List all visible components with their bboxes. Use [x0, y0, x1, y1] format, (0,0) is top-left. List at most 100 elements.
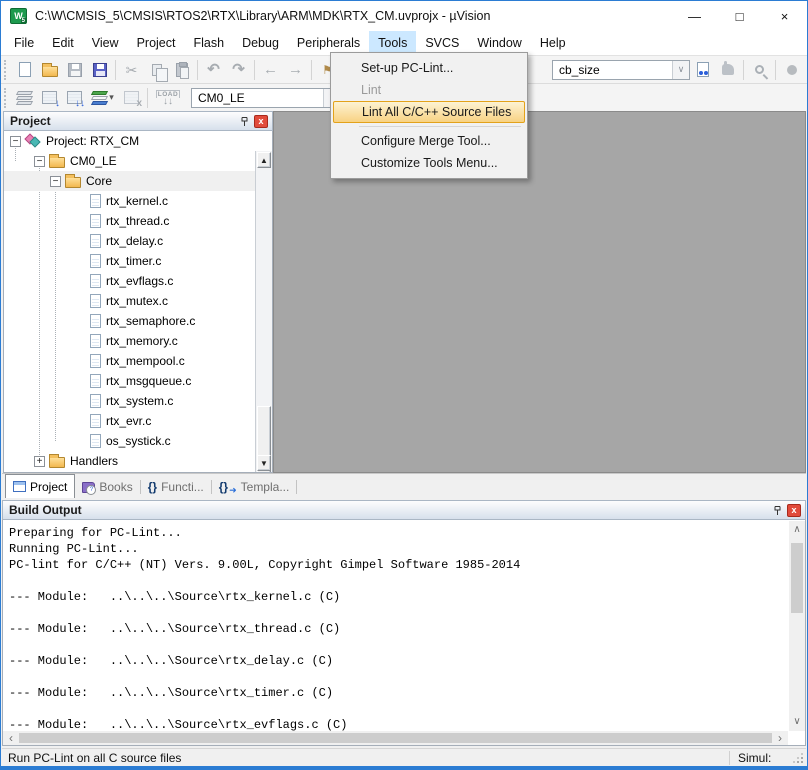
tree-item-label: rtx_mempool.c: [106, 354, 185, 368]
tree-item-rtx-thread[interactable]: rtx_thread.c: [4, 211, 272, 231]
menu-flash[interactable]: Flash: [184, 31, 233, 55]
menu-project[interactable]: Project: [128, 31, 185, 55]
menu-item-setup-pc-lint[interactable]: Set-up PC-Lint...: [331, 57, 527, 79]
save-all-button[interactable]: [87, 58, 112, 82]
load-button[interactable]: LOAD↓↓: [151, 86, 185, 110]
tree-item-rtx-mempool[interactable]: rtx_mempool.c: [4, 351, 272, 371]
build-output-hscrollbar[interactable]: ‹ ›: [3, 731, 788, 745]
tree-item-handlers[interactable]: + Handlers: [4, 451, 272, 471]
find-combo-arrow-icon[interactable]: ∨: [672, 61, 689, 79]
stop-build-x-icon: x: [136, 99, 142, 109]
batch-build-button[interactable]: ▾: [87, 86, 119, 110]
translate-button[interactable]: [12, 86, 37, 110]
redo-button[interactable]: ↷: [226, 58, 251, 82]
close-button[interactable]: ×: [762, 1, 807, 31]
tree-item-rtx-kernel[interactable]: rtx_kernel.c: [4, 191, 272, 211]
tab-templates[interactable]: {}➜ Templa...: [212, 476, 297, 498]
find-button[interactable]: [747, 58, 772, 82]
scroll-left-icon[interactable]: ‹: [5, 731, 17, 745]
navigate-forward-button[interactable]: →: [283, 58, 308, 82]
breakpoint-button[interactable]: [779, 58, 804, 82]
new-file-button[interactable]: [12, 58, 37, 82]
tree-item-rtx-memory[interactable]: rtx_memory.c: [4, 331, 272, 351]
tree-item-rtx-semaphore[interactable]: rtx_semaphore.c: [4, 311, 272, 331]
tab-label: Project: [30, 480, 67, 494]
tree-scrollbar[interactable]: ▲ ▼: [255, 151, 272, 472]
tree-item-project[interactable]: − Project: RTX_CM: [4, 131, 272, 151]
vscrollbar-thumb[interactable]: [791, 543, 803, 613]
undo-button[interactable]: ↶: [201, 58, 226, 82]
scroll-down-icon[interactable]: ▼: [257, 455, 271, 471]
tree-item-rtx-delay[interactable]: rtx_delay.c: [4, 231, 272, 251]
forward-arrow-icon: →: [288, 62, 303, 77]
stop-build-button[interactable]: x: [119, 86, 144, 110]
c-file-icon: [90, 274, 101, 288]
rebuild-button[interactable]: ↓↓: [62, 86, 87, 110]
maximize-button[interactable]: □: [717, 1, 762, 31]
cut-button[interactable]: ✂: [119, 58, 144, 82]
batch-build-caret-icon[interactable]: ▾: [109, 92, 114, 103]
tree-item-rtx-msgqueue[interactable]: rtx_msgqueue.c: [4, 371, 272, 391]
collapse-icon[interactable]: −: [50, 176, 61, 187]
panel-tab-strip: Project Books {} Functi... {}➜ Templa...: [2, 473, 806, 498]
tree-item-core[interactable]: − Core: [4, 171, 272, 191]
menu-item-lint-all-sources[interactable]: Lint All C/C++ Source Files: [333, 101, 525, 123]
templates-icon: {}: [219, 480, 228, 494]
pin-icon[interactable]: [238, 115, 251, 128]
menu-debug[interactable]: Debug: [233, 31, 288, 55]
tab-books[interactable]: Books: [75, 476, 139, 498]
scroll-right-icon[interactable]: ›: [774, 731, 786, 745]
tree-item-rtx-evr[interactable]: rtx_evr.c: [4, 411, 272, 431]
tree-item-rtx-evflags[interactable]: rtx_evflags.c: [4, 271, 272, 291]
build-button[interactable]: ↓: [37, 86, 62, 110]
hscrollbar-thumb[interactable]: [19, 733, 772, 743]
target-select[interactable]: CM0_LE ∨: [191, 88, 341, 108]
expand-icon[interactable]: +: [34, 456, 45, 467]
tab-project[interactable]: Project: [5, 474, 75, 498]
scroll-down-icon[interactable]: ∨: [789, 715, 805, 729]
tree-item-rtx-system[interactable]: rtx_system.c: [4, 391, 272, 411]
menu-help[interactable]: Help: [531, 31, 575, 55]
menu-item-configure-merge-tool[interactable]: Configure Merge Tool...: [331, 130, 527, 152]
tree-item-label: rtx_evflags.c: [106, 274, 173, 288]
collapse-icon[interactable]: −: [10, 136, 21, 147]
open-file-button[interactable]: [37, 58, 62, 82]
menu-view[interactable]: View: [83, 31, 128, 55]
build-output-header: Build Output x: [2, 500, 806, 520]
tab-label: Templa...: [241, 480, 290, 494]
find-in-files-box[interactable]: cb_size ∨: [552, 60, 690, 80]
menu-item-customize-tools-menu[interactable]: Customize Tools Menu...: [331, 152, 527, 174]
find-in-files-button[interactable]: [690, 58, 715, 82]
project-tree: − Project: RTX_CM − CM0_LE − Core rtx_ke…: [3, 131, 273, 473]
tree-item-rtx-timer[interactable]: rtx_timer.c: [4, 251, 272, 271]
c-file-icon: [90, 294, 101, 308]
tree-item-rtx-mutex[interactable]: rtx_mutex.c: [4, 291, 272, 311]
tree-item-os-systick[interactable]: os_systick.c: [4, 431, 272, 451]
scroll-up-icon[interactable]: ▲: [257, 152, 271, 168]
tree-item-label: rtx_delay.c: [106, 234, 163, 248]
navigate-back-button[interactable]: ←: [258, 58, 283, 82]
scroll-up-icon[interactable]: ∧: [789, 523, 805, 537]
menu-edit[interactable]: Edit: [43, 31, 83, 55]
copy-button[interactable]: [144, 58, 169, 82]
build-output-body[interactable]: Preparing for PC-Lint... Running PC-Lint…: [2, 520, 806, 746]
status-bar: Run PC-Lint on all C source files Simul:: [2, 748, 806, 767]
paste-button[interactable]: [169, 58, 194, 82]
resize-grip[interactable]: [791, 751, 805, 765]
menu-file[interactable]: File: [5, 31, 43, 55]
save-button[interactable]: [62, 58, 87, 82]
project-panel-close-icon[interactable]: x: [254, 115, 268, 128]
build-output-close-icon[interactable]: x: [787, 504, 801, 517]
menu-separator: [359, 126, 521, 127]
tree-item-cm0-le[interactable]: − CM0_LE: [4, 151, 272, 171]
c-file-icon: [90, 214, 101, 228]
tab-functions[interactable]: {} Functi...: [141, 476, 211, 498]
build-output-vscrollbar[interactable]: ∧ ∨: [789, 521, 805, 731]
c-file-icon: [90, 314, 101, 328]
minimize-button[interactable]: —: [672, 1, 717, 31]
folder-icon: [49, 457, 65, 468]
pin-icon[interactable]: [771, 504, 784, 517]
insert-template-button[interactable]: [715, 58, 740, 82]
hand-icon: [722, 64, 734, 75]
collapse-icon[interactable]: −: [34, 156, 45, 167]
